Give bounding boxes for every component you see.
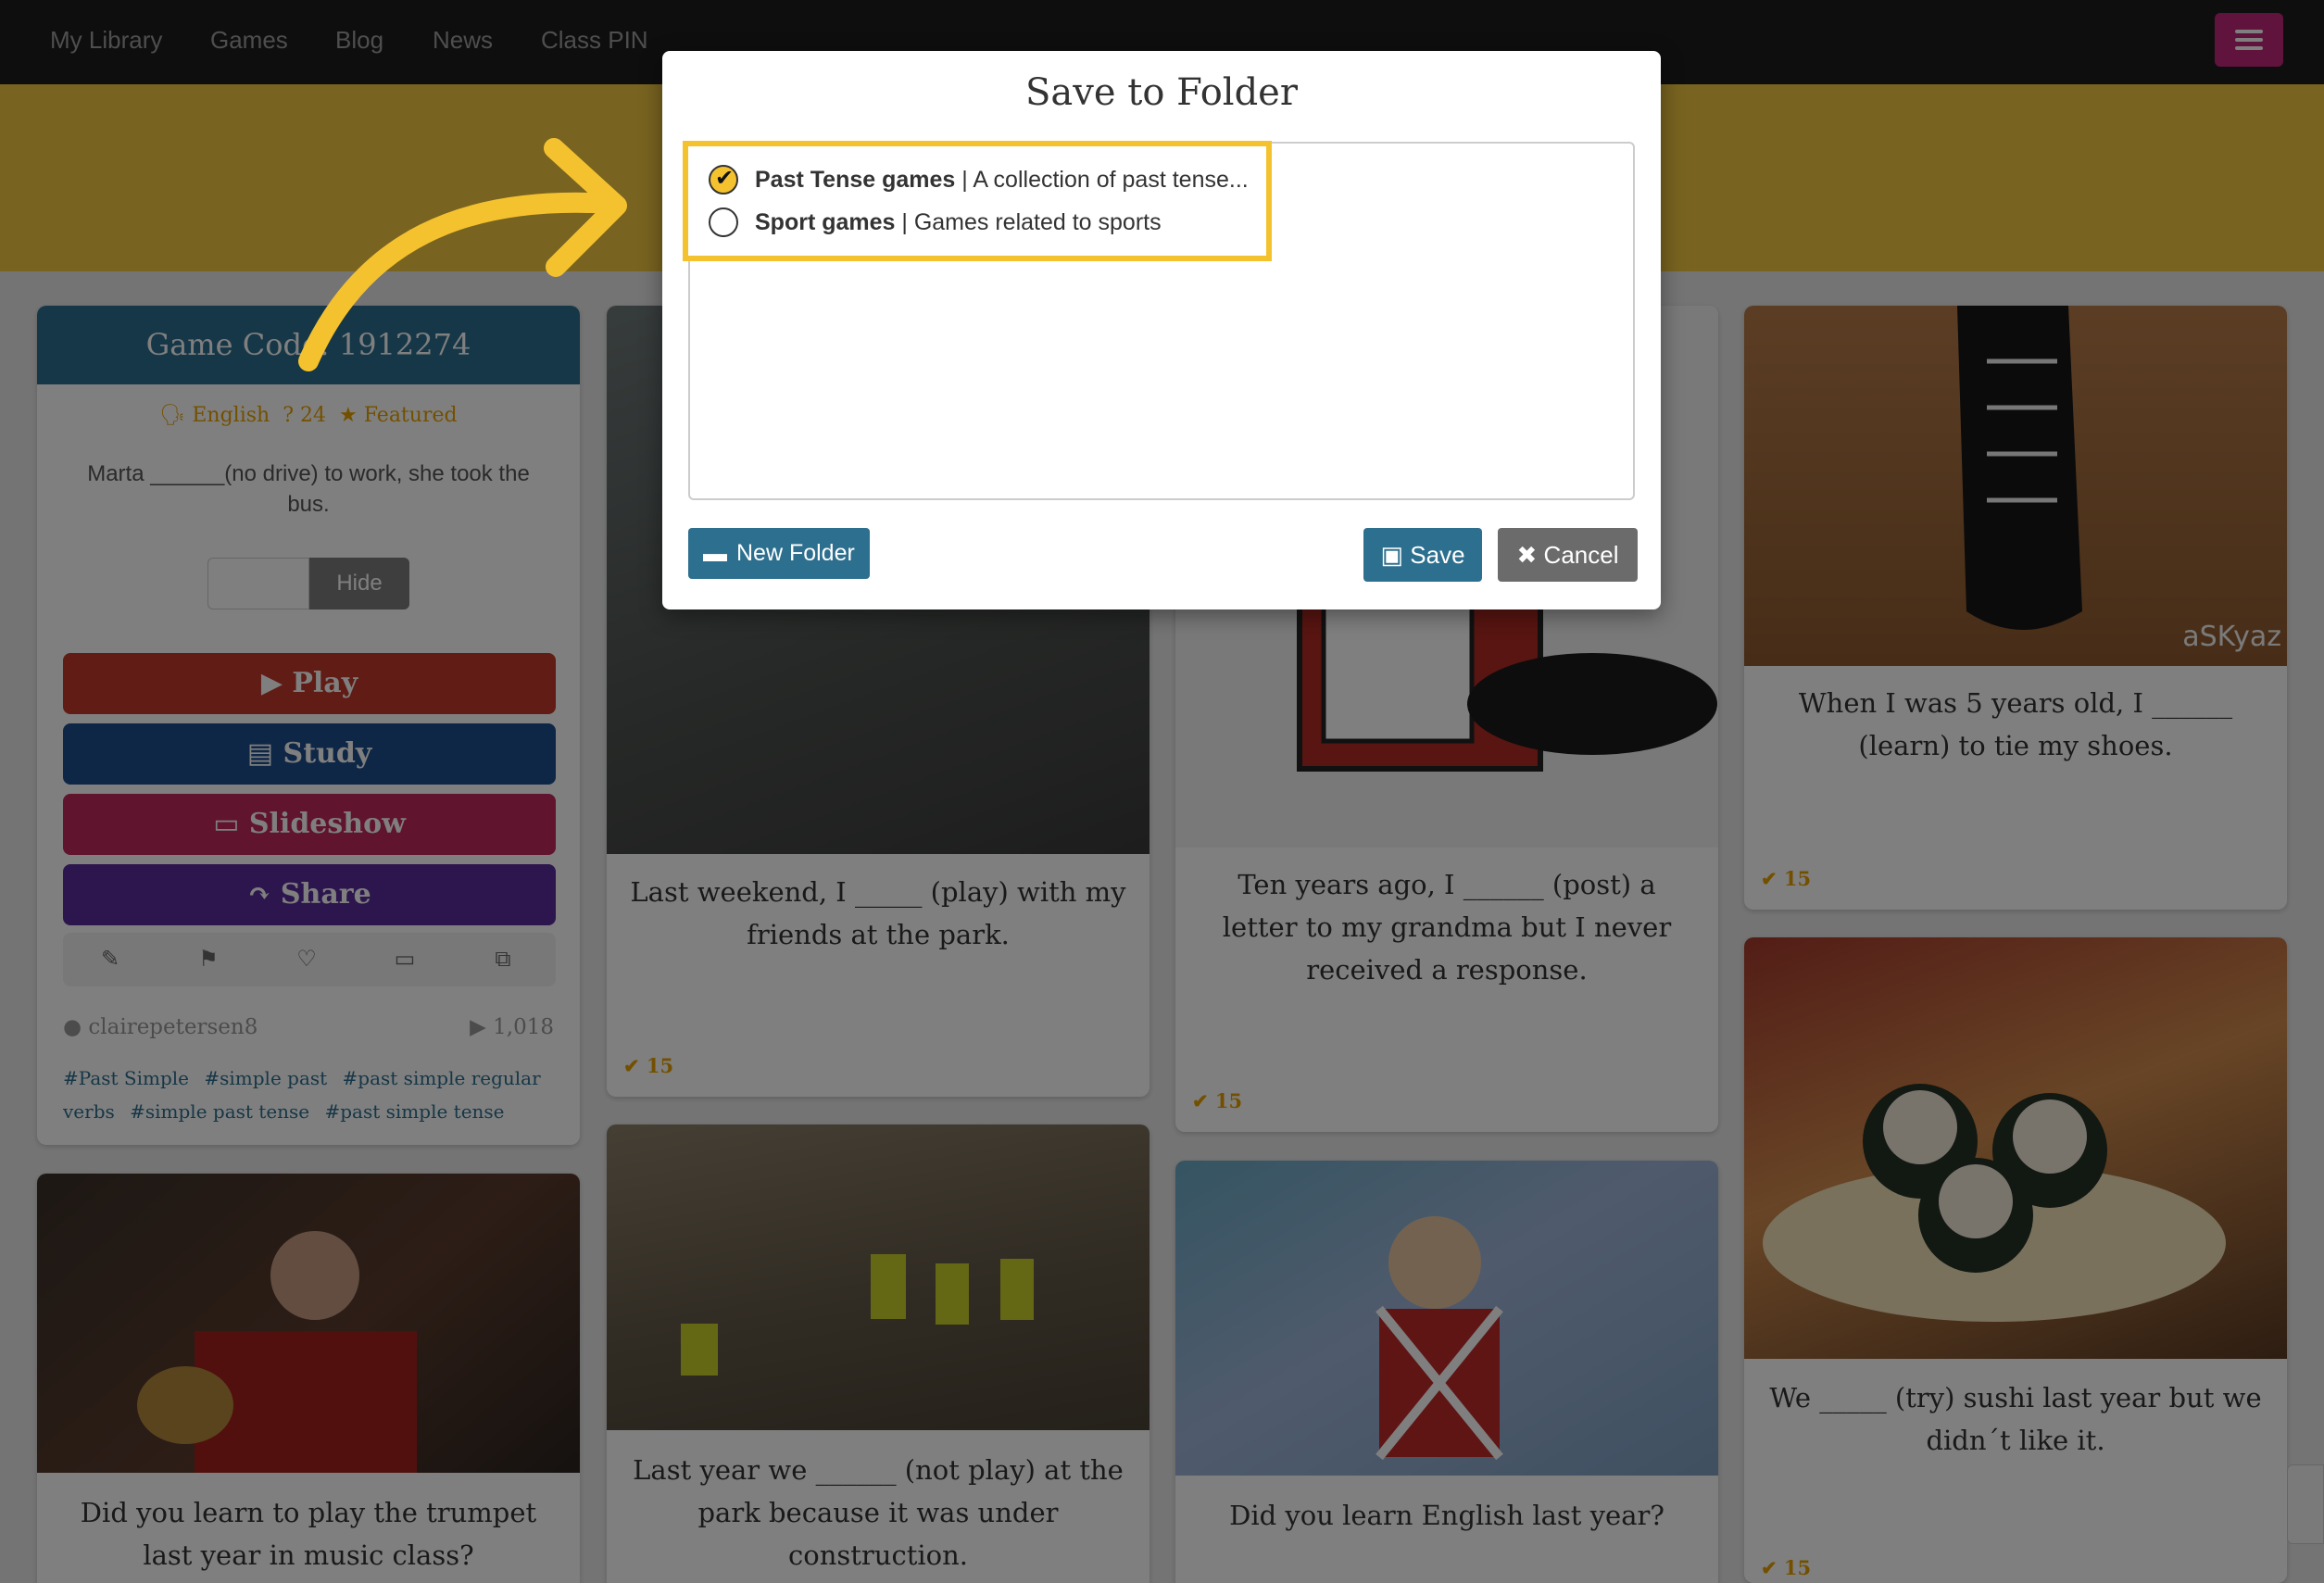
- annotation-arrow: [298, 138, 627, 371]
